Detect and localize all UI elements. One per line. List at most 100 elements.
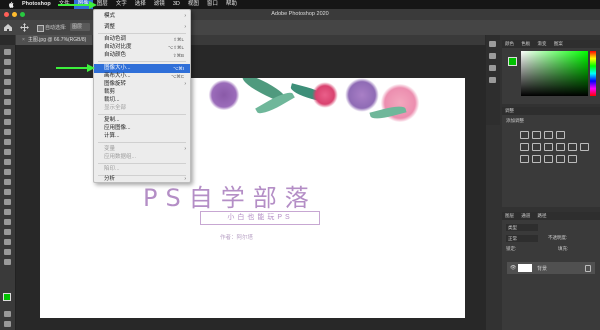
eye-icon[interactable]: 👁 — [510, 265, 516, 271]
layer-row-background[interactable]: 👁 背景 — [507, 262, 595, 274]
adjustments-panel: 调整 添加调整 — [502, 107, 600, 207]
menu-item-adjustments[interactable]: 调整 › — [94, 23, 190, 32]
apple-icon[interactable] — [8, 1, 14, 8]
menubar-window[interactable]: 窗口 — [203, 0, 222, 9]
menubar-type[interactable]: 文字 — [112, 0, 131, 9]
color-panel-foreground-swatch[interactable] — [508, 57, 517, 66]
quick-mask-icon[interactable] — [4, 311, 11, 317]
character-panel-icon[interactable] — [489, 65, 496, 71]
blend-mode-dropdown[interactable]: 正常 — [506, 235, 538, 242]
photo-filter-icon[interactable] — [568, 143, 577, 151]
screen-mode-icon[interactable] — [4, 321, 11, 327]
tab-paths[interactable]: 路径 — [538, 213, 547, 218]
crop-tool-icon[interactable] — [4, 89, 11, 95]
pen-tool-icon[interactable] — [4, 199, 11, 205]
zoom-tool-icon[interactable] — [4, 249, 11, 255]
add-adjustment-label: 添加调整 — [506, 118, 524, 123]
color-picker-field[interactable] — [521, 51, 588, 96]
hue-slider[interactable] — [590, 51, 596, 96]
layer-thumbnail — [518, 264, 532, 272]
threshold-icon[interactable] — [544, 155, 553, 163]
healing-brush-tool-icon[interactable] — [4, 119, 11, 125]
menu-item-reveal-all[interactable]: 显示全部 — [94, 104, 190, 113]
menu-separator — [98, 33, 186, 34]
menu-item-apply-data-set[interactable]: 应用数据组... — [94, 153, 190, 162]
tab-channels[interactable]: 通道 — [521, 213, 530, 218]
paragraph-panel-icon[interactable] — [489, 77, 496, 83]
close-window-button[interactable] — [4, 12, 9, 17]
quick-select-tool-icon[interactable] — [4, 79, 11, 85]
lock-icon[interactable] — [585, 265, 591, 272]
auto-select-checkbox[interactable] — [37, 25, 44, 32]
clone-stamp-tool-icon[interactable] — [4, 139, 11, 145]
marquee-tool-icon[interactable] — [4, 59, 11, 65]
history-panel-icon[interactable] — [489, 41, 496, 47]
menu-item-label: 显示全部 — [104, 105, 127, 111]
color-balance-icon[interactable] — [544, 143, 553, 151]
tab-pattern[interactable]: 图案 — [554, 41, 563, 46]
eraser-tool-icon[interactable] — [4, 159, 11, 165]
black-white-icon[interactable] — [556, 143, 565, 151]
menubar-filter[interactable]: 滤镜 — [150, 0, 169, 9]
zoom-window-button[interactable] — [20, 12, 25, 17]
type-tool-icon[interactable] — [4, 209, 11, 215]
menu-item-mode[interactable]: 模式 › — [94, 12, 190, 21]
tab-adjustments[interactable]: 调整 — [502, 107, 600, 115]
foreground-color-swatch[interactable] — [3, 293, 11, 301]
lasso-tool-icon[interactable] — [4, 69, 11, 75]
menubar-help[interactable]: 帮助 — [222, 0, 241, 9]
move-tool-icon[interactable] — [4, 49, 11, 55]
tab-gradient[interactable]: 渐变 — [538, 41, 547, 46]
submenu-arrow-icon: › — [184, 13, 186, 19]
close-tab-icon[interactable]: × — [22, 37, 25, 43]
eyedropper-tool-icon[interactable] — [4, 109, 11, 115]
document-tab[interactable]: × 主图.jpg @ 66.7%(RGB/8) — [16, 35, 93, 45]
menubar-3d[interactable]: 3D — [169, 0, 184, 9]
move-tool-icon[interactable] — [20, 23, 29, 32]
menu-item-trap[interactable]: 陷印... — [94, 165, 190, 174]
hand-tool-icon[interactable] — [4, 239, 11, 245]
auto-select-target-dropdown[interactable]: 图层 — [70, 23, 90, 31]
properties-panel-icon[interactable] — [489, 53, 496, 59]
frame-tool-icon[interactable] — [4, 99, 11, 105]
gradient-tool-icon[interactable] — [4, 169, 11, 175]
annotation-arrow-icon — [58, 1, 97, 9]
shape-tool-icon[interactable] — [4, 229, 11, 235]
brightness-contrast-icon[interactable] — [520, 131, 529, 139]
selective-color-icon[interactable] — [568, 155, 577, 163]
minimize-window-button[interactable] — [12, 12, 17, 17]
menu-item-label: 自动色调 — [104, 36, 127, 42]
menu-item-shortcut: ⇧⌘B — [172, 53, 184, 58]
more-tools-icon[interactable] — [4, 259, 11, 265]
artwork-subtitle: 小白也能玩PS — [200, 211, 320, 225]
invert-icon[interactable] — [520, 155, 529, 163]
submenu-arrow-icon: › — [184, 176, 186, 182]
hue-saturation-icon[interactable] — [532, 143, 541, 151]
menu-separator — [98, 163, 186, 164]
channel-mixer-icon[interactable] — [580, 143, 589, 151]
layer-kind-filter[interactable]: 类型 — [506, 224, 538, 231]
tab-layers[interactable]: 图层 — [505, 213, 514, 218]
tab-swatches[interactable]: 色板 — [521, 41, 530, 46]
menu-item-auto-color[interactable]: 自动颜色 ⇧⌘B — [94, 51, 190, 60]
posterize-icon[interactable] — [532, 155, 541, 163]
menu-item-analysis[interactable]: 分析 › — [94, 176, 190, 182]
blur-tool-icon[interactable] — [4, 179, 11, 185]
menu-item-label: 应用数据组... — [104, 154, 137, 160]
tab-color[interactable]: 颜色 — [505, 41, 514, 46]
path-select-tool-icon[interactable] — [4, 219, 11, 225]
dodge-tool-icon[interactable] — [4, 189, 11, 195]
menubar-view[interactable]: 视图 — [184, 0, 203, 9]
menu-item-label: 裁切... — [104, 97, 120, 103]
curves-icon[interactable] — [544, 131, 553, 139]
menu-item-calculations[interactable]: 计算... — [94, 132, 190, 141]
brush-tool-icon[interactable] — [4, 129, 11, 135]
history-brush-tool-icon[interactable] — [4, 149, 11, 155]
menu-item-label: 裁剪 — [104, 89, 116, 95]
gradient-map-icon[interactable] — [556, 155, 565, 163]
menubar-select[interactable]: 选择 — [131, 0, 150, 9]
levels-icon[interactable] — [532, 131, 541, 139]
exposure-icon[interactable] — [556, 131, 565, 139]
vibrance-icon[interactable] — [520, 143, 529, 151]
home-icon[interactable] — [4, 24, 12, 31]
